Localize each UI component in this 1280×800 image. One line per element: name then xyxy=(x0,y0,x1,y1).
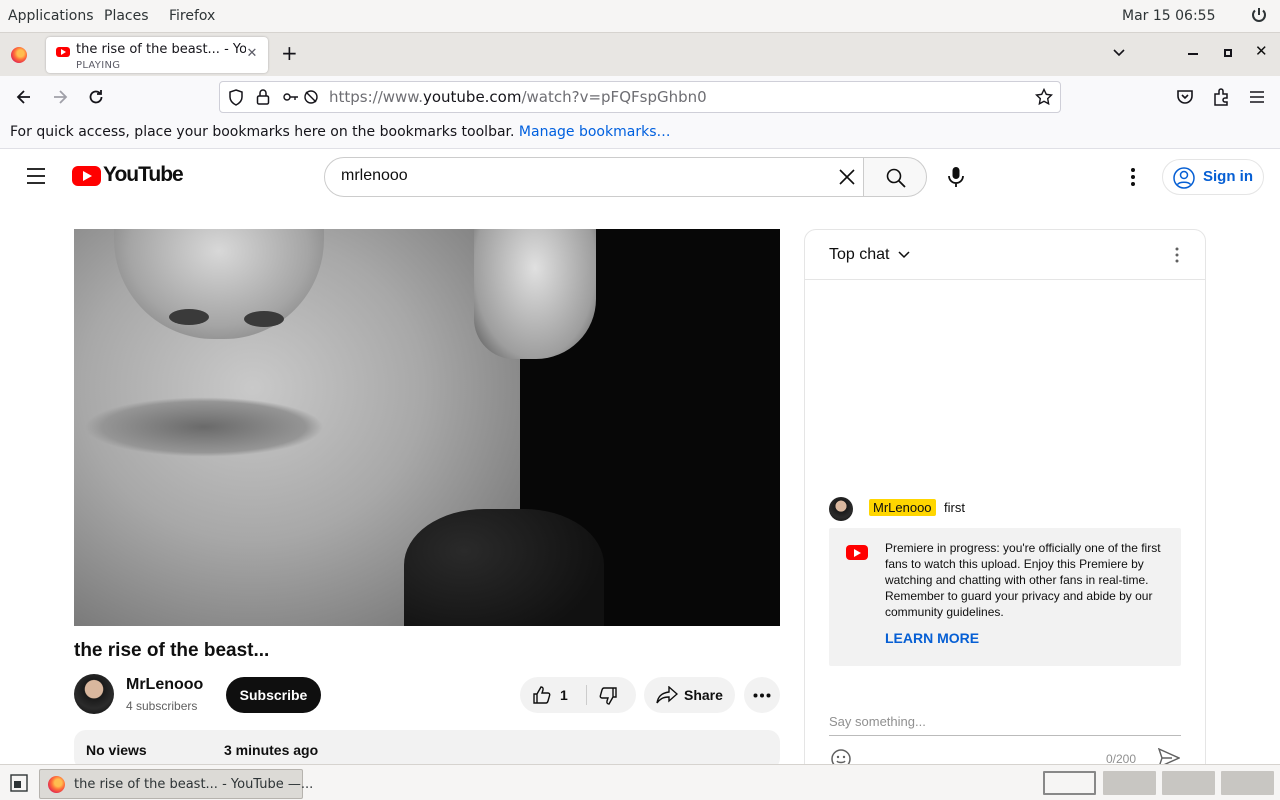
address-bar[interactable]: https://www.youtube.com/watch?v=pFQFspGh… xyxy=(219,81,1061,113)
account-icon xyxy=(1173,167,1195,189)
premiere-notice: Premiere in progress: you're officially … xyxy=(829,528,1181,666)
chat-author-name[interactable]: MrLenooo xyxy=(869,499,936,516)
nostril-right xyxy=(244,311,284,327)
upload-time: 3 minutes ago xyxy=(224,742,319,758)
youtube-logo-text[interactable]: YouTube xyxy=(103,163,184,187)
youtube-notice-icon xyxy=(846,545,868,560)
sign-in-button[interactable]: Sign in xyxy=(1162,159,1264,195)
thumbs-down-icon[interactable] xyxy=(598,686,618,706)
search-icon xyxy=(886,168,906,188)
chat-input[interactable]: Say something... xyxy=(829,714,1181,736)
permissions-icon[interactable] xyxy=(282,89,320,105)
like-dislike-group: 1 xyxy=(520,677,636,713)
clear-search-icon[interactable] xyxy=(839,169,855,185)
view-count: No views xyxy=(86,742,147,758)
video-frame-ear xyxy=(474,229,596,359)
video-frame-jacket xyxy=(404,509,604,626)
forward-icon[interactable] xyxy=(50,87,70,107)
search-input[interactable] xyxy=(341,167,821,185)
subscriber-count: 4 subscribers xyxy=(126,699,198,713)
settings-more-icon[interactable] xyxy=(1130,167,1136,187)
guide-menu-icon[interactable] xyxy=(26,167,46,185)
like-button[interactable]: 1 xyxy=(520,677,586,713)
tab-strip: the rise of the beast... - YouTube PLAYI… xyxy=(0,33,1280,76)
workspace-4[interactable] xyxy=(1221,771,1274,795)
extensions-icon[interactable] xyxy=(1211,87,1231,107)
share-label: Share xyxy=(684,687,723,703)
close-window-icon[interactable]: ✕ xyxy=(1255,42,1268,60)
youtube-header: YouTube Sign in xyxy=(0,149,1280,205)
applications-menu[interactable]: Applications xyxy=(8,8,94,24)
navigation-toolbar: https://www.youtube.com/watch?v=pFQFspGh… xyxy=(0,76,1280,118)
video-player[interactable] xyxy=(74,229,780,626)
firefox-menu[interactable]: Firefox xyxy=(169,8,215,24)
tracking-shield-icon[interactable] xyxy=(228,89,244,106)
like-divider xyxy=(586,685,587,705)
show-desktop-icon[interactable] xyxy=(10,774,28,792)
manage-bookmarks-link[interactable]: Manage bookmarks… xyxy=(519,124,671,140)
tab-youtube[interactable]: the rise of the beast... - YouTube PLAYI… xyxy=(46,37,268,73)
menu-hamburger-icon[interactable] xyxy=(1247,87,1267,107)
youtube-favicon-icon xyxy=(56,47,70,57)
bottom-taskbar: the rise of the beast... - YouTube —... xyxy=(0,764,1280,800)
firefox-view-icon[interactable] xyxy=(11,47,27,63)
share-button[interactable]: Share xyxy=(644,677,735,713)
bookmark-star-icon[interactable] xyxy=(1035,88,1053,106)
nostril-left xyxy=(169,309,209,325)
chat-mode-selector[interactable]: Top chat xyxy=(829,246,910,264)
chat-message[interactable]: MrLenooo first xyxy=(805,492,1205,526)
taskbar-firefox-window[interactable]: the rise of the beast... - YouTube —... xyxy=(39,769,313,799)
chat-header: Top chat xyxy=(805,230,1205,280)
share-icon xyxy=(656,686,678,704)
pocket-icon[interactable] xyxy=(1175,87,1195,107)
back-icon[interactable] xyxy=(14,87,34,107)
tab-playing-status: PLAYING xyxy=(76,60,121,71)
bookmarks-toolbar: For quick access, place your bookmarks h… xyxy=(0,118,1280,149)
voice-search-icon[interactable] xyxy=(947,166,965,188)
sign-in-label: Sign in xyxy=(1203,168,1253,185)
youtube-logo-icon[interactable] xyxy=(72,166,101,186)
chevron-down-icon xyxy=(898,251,910,258)
firefox-icon xyxy=(48,776,65,793)
chat-mode-label: Top chat xyxy=(829,246,890,263)
workspace-3[interactable] xyxy=(1162,771,1215,795)
clock[interactable]: Mar 15 06:55 xyxy=(1122,8,1215,24)
list-tabs-icon[interactable] xyxy=(1112,48,1126,58)
chat-more-icon[interactable] xyxy=(1175,247,1179,263)
lock-icon[interactable] xyxy=(256,88,270,106)
subscribe-button[interactable]: Subscribe xyxy=(226,677,321,713)
new-tab-button[interactable]: + xyxy=(281,41,298,65)
premiere-notice-text: Premiere in progress: you're officially … xyxy=(885,541,1161,619)
url-text[interactable]: https://www.youtube.com/watch?v=pFQFspGh… xyxy=(329,88,707,106)
channel-name[interactable]: MrLenooo xyxy=(126,676,203,694)
search-box[interactable] xyxy=(324,157,864,197)
power-icon[interactable] xyxy=(1250,6,1268,24)
workspace-1[interactable] xyxy=(1043,771,1096,795)
tab-title: the rise of the beast... - YouTube xyxy=(76,42,246,57)
channel-avatar[interactable] xyxy=(74,674,114,714)
learn-more-link[interactable]: LEARN MORE xyxy=(885,630,979,646)
live-chat-panel: Top chat MrLenooo first Premiere in prog… xyxy=(804,229,1206,769)
close-tab-icon[interactable]: ✕ xyxy=(244,46,260,62)
video-title: the rise of the beast... xyxy=(74,640,270,661)
like-count: 1 xyxy=(560,687,568,703)
search-button[interactable] xyxy=(863,157,927,197)
maximize-window-icon[interactable] xyxy=(1224,49,1232,57)
more-actions-button[interactable] xyxy=(744,677,780,713)
workspace-2[interactable] xyxy=(1103,771,1156,795)
places-menu[interactable]: Places xyxy=(104,8,149,24)
chat-author-avatar[interactable] xyxy=(829,497,853,521)
video-frame-lips xyxy=(84,397,324,457)
bookmarks-hint: For quick access, place your bookmarks h… xyxy=(10,124,671,140)
more-horizontal-icon xyxy=(753,693,771,698)
system-top-bar: Applications Places Firefox Mar 15 06:55 xyxy=(0,0,1280,33)
reload-icon[interactable] xyxy=(86,87,106,107)
thumbs-up-icon xyxy=(533,686,551,704)
chat-message-text: first xyxy=(944,500,965,515)
minimize-window-icon[interactable] xyxy=(1188,53,1198,55)
taskbar-window-title: the rise of the beast... - YouTube —... xyxy=(74,777,314,792)
